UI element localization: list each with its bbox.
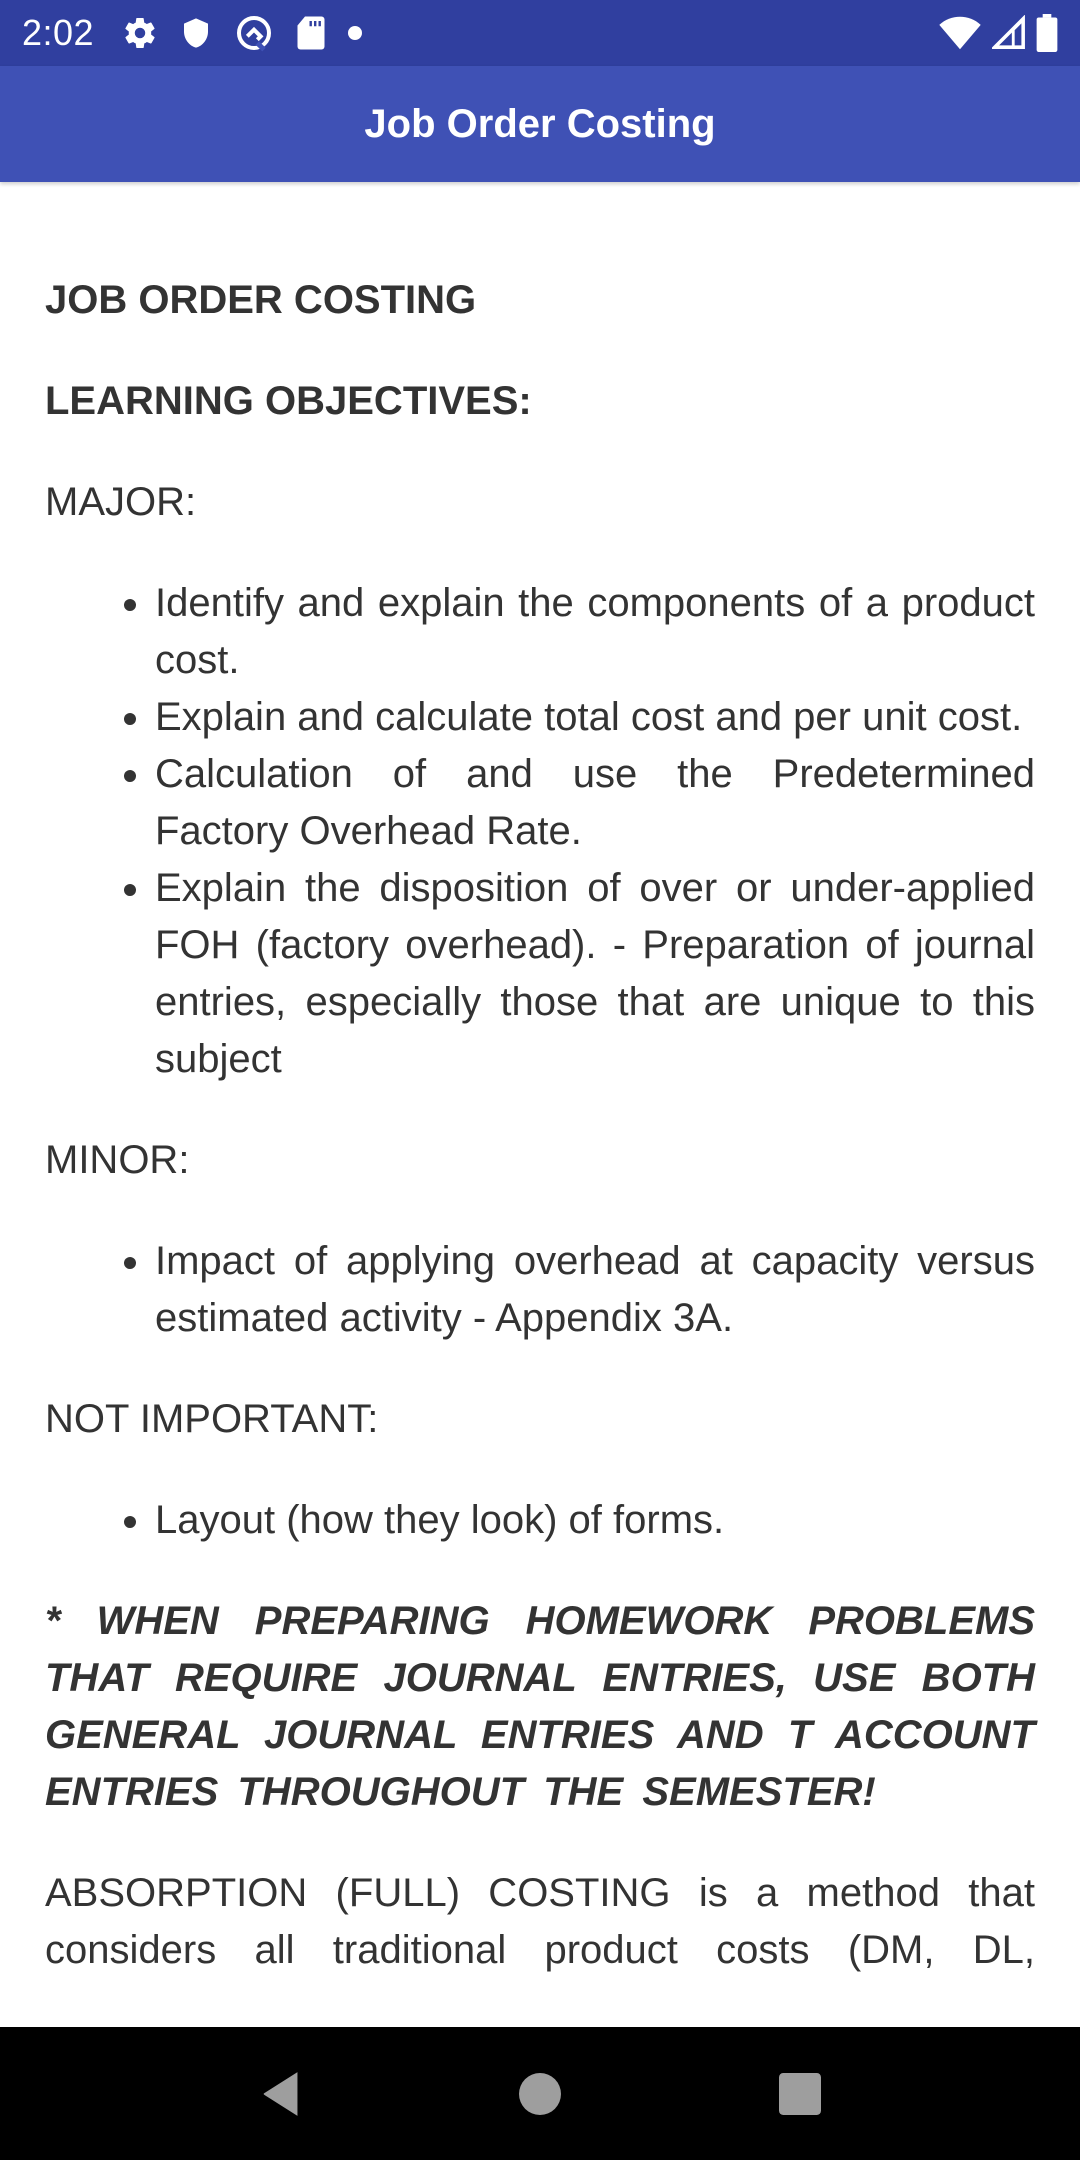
settings-icon	[122, 15, 158, 51]
wifi-icon	[938, 15, 982, 51]
status-icons-right	[938, 0, 1058, 66]
list-item: Impact of applying overhead at capacity …	[124, 1233, 1035, 1347]
homework-note: * WHEN PREPARING HOMEWORK PROBLEMS THAT …	[45, 1599, 1035, 1814]
major-label: MAJOR:	[45, 480, 197, 524]
document-title: JOB ORDER COSTING	[45, 278, 477, 322]
back-button[interactable]	[235, 2049, 325, 2139]
major-list: Identify and explain the components of a…	[45, 575, 1035, 1088]
back-icon	[263, 2071, 298, 2116]
status-time: 2:02	[22, 12, 95, 53]
app-bar: Job Order Costing	[0, 66, 1080, 182]
list-item: Layout (how they look) of forms.	[124, 1492, 1035, 1549]
objectives-heading: LEARNING OBJECTIVES:	[45, 379, 532, 423]
status-icons-left	[122, 13, 363, 53]
home-icon	[519, 2072, 561, 2115]
notification-dot-icon	[348, 26, 363, 40]
minor-list: Impact of applying overhead at capacity …	[45, 1233, 1035, 1347]
recents-icon	[779, 2072, 821, 2115]
content-scroll-area[interactable]: JOB ORDER COSTING LEARNING OBJECTIVES: M…	[0, 182, 1080, 2027]
minor-label: MINOR:	[45, 1138, 190, 1182]
not-important-label: NOT IMPORTANT:	[45, 1397, 379, 1441]
cellular-signal-icon	[992, 15, 1026, 51]
sd-card-icon	[296, 15, 326, 51]
sync-q-icon	[234, 13, 274, 53]
status-bar: 2:02	[0, 0, 1080, 66]
list-item: Explain the disposition of over or under…	[124, 860, 1035, 1088]
list-item: Explain and calculate total cost and per…	[124, 689, 1035, 746]
list-item: Identify and explain the components of a…	[124, 575, 1035, 689]
app-title: Job Order Costing	[364, 101, 716, 146]
shield-icon	[180, 15, 212, 51]
battery-icon	[1036, 14, 1058, 52]
list-item: Calculation of and use the Predetermined…	[124, 746, 1035, 860]
home-button[interactable]	[495, 2049, 585, 2139]
recents-button[interactable]	[755, 2049, 845, 2139]
absorption-paragraph: ABSORPTION (FULL) COSTING is a method th…	[45, 1871, 1035, 1972]
not-important-list: Layout (how they look) of forms.	[45, 1492, 1035, 1549]
navigation-bar	[0, 2027, 1080, 2160]
